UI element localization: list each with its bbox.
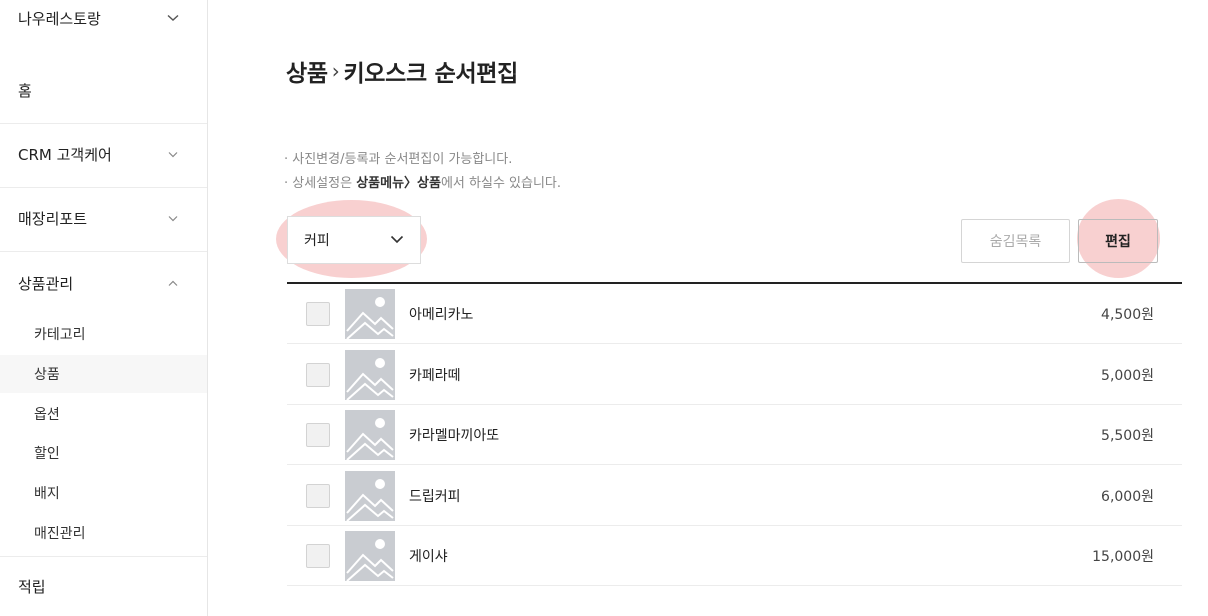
sidebar-subitem-label: 상품	[34, 367, 60, 383]
product-name: 아메리카노	[409, 306, 474, 323]
chevron-down-icon	[390, 232, 404, 248]
chevron-up-icon	[165, 275, 181, 291]
image-placeholder-icon[interactable]	[345, 530, 395, 581]
sidebar-item-label: CRM 고객케어	[18, 145, 112, 164]
product-name: 게이샤	[409, 548, 448, 565]
breadcrumb-separator: ›	[331, 59, 340, 83]
store-selector[interactable]: 나우레스토랑	[0, 0, 207, 36]
product-name: 카라멜마끼아또	[409, 427, 500, 444]
sidebar-item-report[interactable]: 매장리포트	[0, 198, 207, 238]
product-price: 4,500원	[1101, 306, 1154, 323]
sidebar-subitem-category[interactable]: 카테고리	[0, 315, 207, 353]
sidebar-subitem-label: 배지	[34, 486, 60, 502]
divider	[0, 187, 207, 188]
product-price: 5,500원	[1101, 427, 1154, 444]
product-price: 6,000원	[1101, 488, 1154, 505]
sidebar-item-label: 상품관리	[18, 274, 74, 293]
sidebar-subitem-option[interactable]: 옵션	[0, 395, 207, 433]
sidebar-subitem-label: 카테고리	[34, 327, 86, 343]
sidebar-item-label: 적립	[18, 577, 46, 596]
table-row: 카페라떼 5,000원	[287, 345, 1182, 405]
chevron-down-icon	[165, 210, 181, 226]
table-row: 게이샤 15,000원	[287, 526, 1182, 586]
table-row: 드립커피 6,000원	[287, 466, 1182, 526]
sidebar-subitem-label: 할인	[34, 446, 60, 462]
sidebar-item-home[interactable]: 홈	[0, 70, 207, 110]
divider	[0, 123, 207, 124]
chevron-down-icon	[165, 10, 181, 26]
sidebar-subitem-label: 매진관리	[34, 526, 86, 542]
table-row: 아메리카노 4,500원	[287, 284, 1182, 344]
category-select-value: 커피	[304, 233, 330, 249]
page-title: 상품 › 키오스크 순서편집	[286, 54, 518, 88]
chevron-down-icon	[165, 146, 181, 162]
row-checkbox[interactable]	[306, 362, 330, 387]
image-placeholder-icon[interactable]	[345, 288, 395, 339]
sidebar-subitem-badge[interactable]: 배지	[0, 474, 207, 512]
divider	[0, 556, 207, 557]
store-name: 나우레스토랑	[18, 9, 101, 28]
table-row: 카라멜마끼아또 5,500원	[287, 405, 1182, 465]
note-bold-link: 상품메뉴〉상품	[356, 176, 441, 191]
sidebar-item-crm[interactable]: CRM 고객케어	[0, 134, 207, 174]
breadcrumb-parent[interactable]: 상품	[286, 54, 328, 88]
sidebar-item-label: 홈	[18, 81, 32, 100]
row-checkbox[interactable]	[306, 422, 330, 447]
sidebar: 나우레스토랑 홈 CRM 고객케어 매장리포트 상품관리 카테고리 상품 옵션 …	[0, 0, 208, 616]
sidebar-subitem-product[interactable]: 상품	[0, 355, 207, 393]
sidebar-item-product-mgmt[interactable]: 상품관리	[0, 263, 207, 303]
help-notes: · 사진변경/등록과 순서편집이 가능합니다. · 상세설정은 상품메뉴〉상품에…	[284, 148, 561, 196]
product-price: 5,000원	[1101, 367, 1154, 384]
breadcrumb-current: 키오스크 순서편집	[343, 61, 519, 87]
sidebar-subitem-soldout[interactable]: 매진관리	[0, 514, 207, 552]
row-checkbox[interactable]	[306, 483, 330, 508]
note-text: 에서 하실수 있습니다.	[440, 176, 562, 191]
divider	[0, 251, 207, 252]
sidebar-subitem-label: 옵션	[34, 407, 60, 423]
product-name: 드립커피	[409, 488, 461, 505]
image-placeholder-icon[interactable]	[345, 409, 395, 460]
note-line: · 상세설정은 상품메뉴〉상품에서 하실수 있습니다.	[284, 172, 561, 196]
sidebar-subitem-discount[interactable]: 할인	[0, 434, 207, 472]
product-price: 15,000원	[1092, 548, 1154, 565]
sidebar-item-label: 매장리포트	[18, 209, 88, 228]
edit-button[interactable]: 편집	[1078, 219, 1158, 263]
row-checkbox[interactable]	[306, 543, 330, 568]
image-placeholder-icon[interactable]	[345, 470, 395, 521]
row-checkbox[interactable]	[306, 301, 330, 326]
hidden-list-button[interactable]: 숨김목록	[961, 219, 1070, 263]
product-name: 카페라떼	[409, 367, 461, 384]
note-line: · 사진변경/등록과 순서편집이 가능합니다.	[284, 152, 513, 167]
sidebar-item-points[interactable]: 적립	[0, 566, 207, 606]
note-text: · 상세설정은	[284, 176, 357, 191]
image-placeholder-icon[interactable]	[345, 349, 395, 400]
category-select[interactable]: 커피	[287, 216, 421, 264]
